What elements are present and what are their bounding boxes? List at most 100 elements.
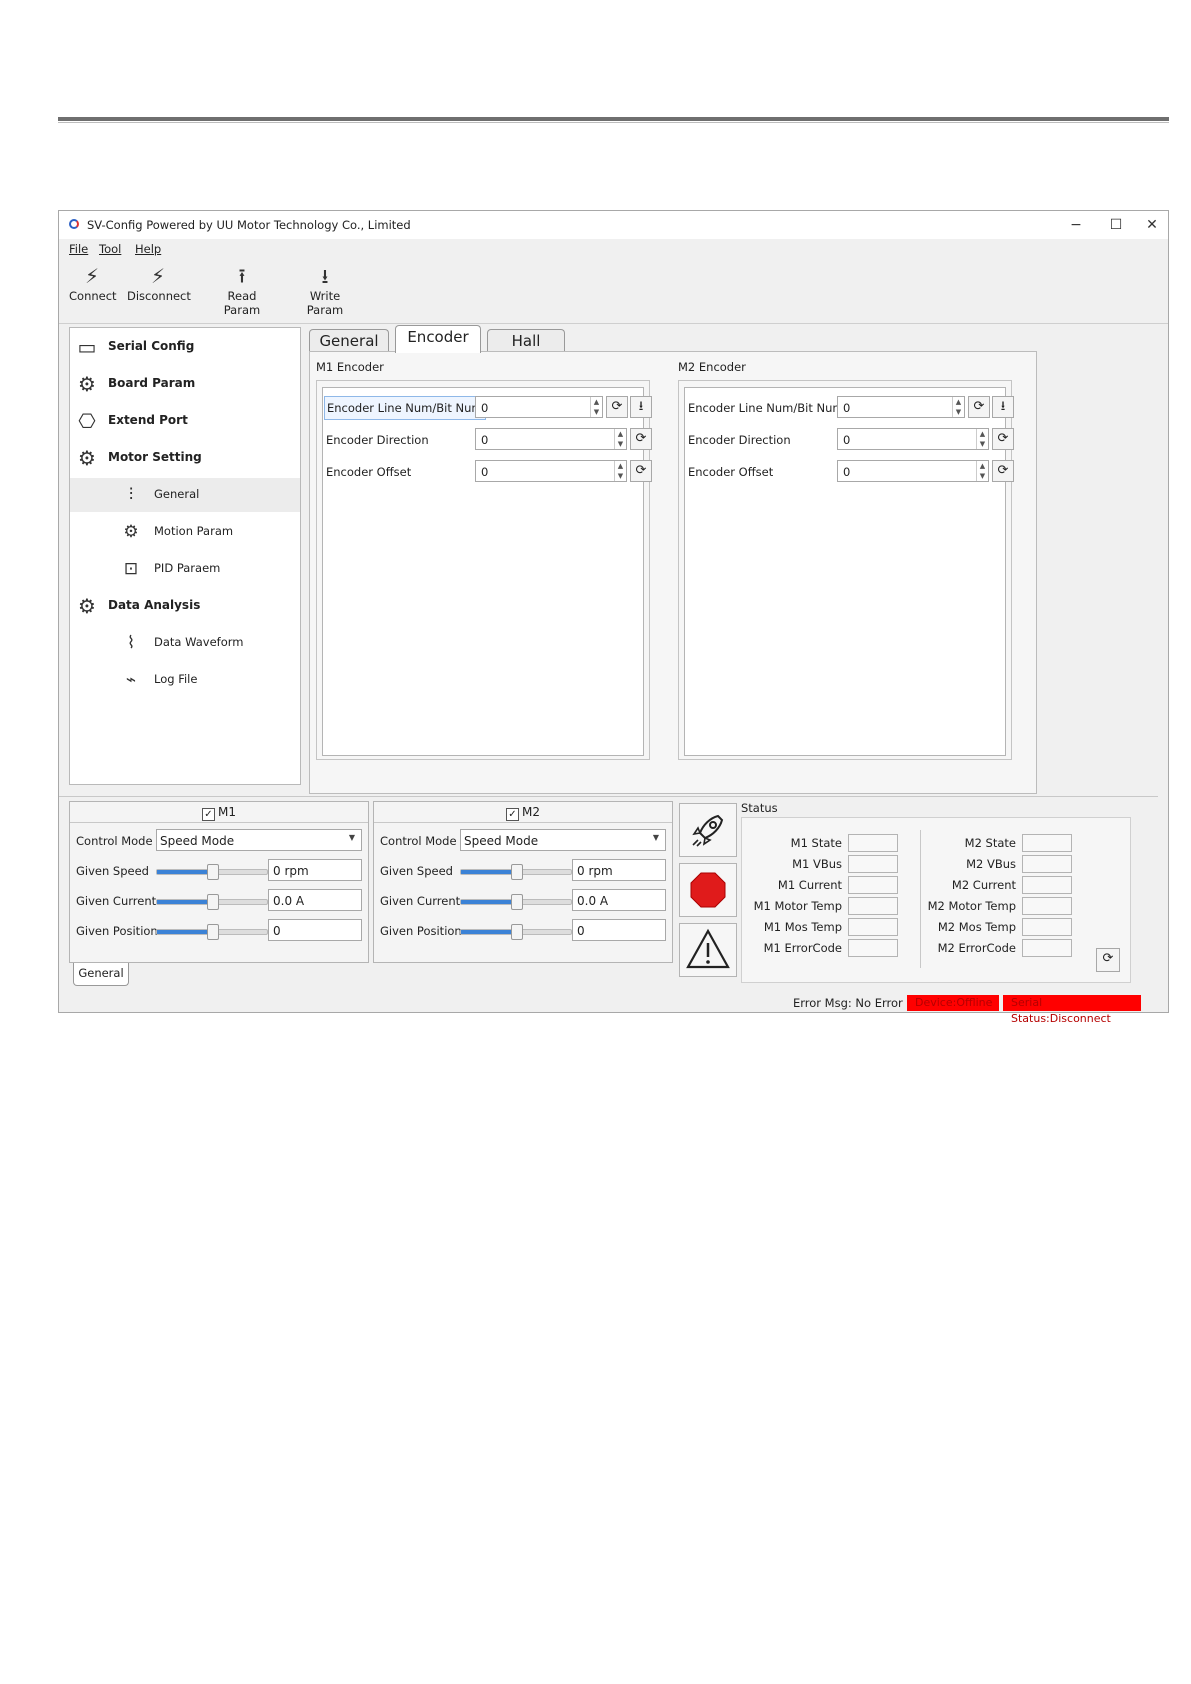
m1-header[interactable]: ✓ M1 [70,802,368,823]
slider-handle[interactable] [207,894,219,910]
m2-current-input[interactable]: 0.0 A [572,889,666,911]
sidebar-item-motor-setting[interactable]: ⚙ Motor Setting [70,441,300,475]
m1-offset-spinbox[interactable]: 0 ▲ ▼ [475,460,627,482]
tab-hall[interactable]: Hall [487,329,565,352]
menu-file[interactable]: File [69,242,88,256]
m1-direction-spinbox[interactable]: 0 ▲ ▼ [475,428,627,450]
sidebar-item-label: General [154,487,200,501]
sidebar-item-data-waveform[interactable]: ⌇ Data Waveform [70,626,300,660]
spin-arrows-icon[interactable]: ▲ ▼ [614,461,626,481]
read-param-button[interactable]: ⭱ Read Param [209,263,275,317]
refresh-button[interactable]: ⟳ [992,428,1014,450]
m2-speed-slider[interactable] [460,864,572,880]
m1-position-slider[interactable] [156,924,268,940]
m2-label: M2 [522,805,540,819]
sidebar-item-general[interactable]: ⫶ General [70,478,300,512]
m2-position-input[interactable]: 0 [572,919,666,941]
status-label: M1 ErrorCode [763,941,842,955]
menu-help[interactable]: Help [135,242,161,256]
m2-speed-input[interactable]: 0 rpm [572,859,666,881]
m1-enable-checkbox[interactable]: ✓ [202,808,215,821]
sliders-icon: ⫶ [128,485,134,505]
connect-button[interactable]: ⚡ Connect [69,263,117,303]
m1-direction-row: Encoder Direction 0 ▲ ▼ ⟳ [323,428,652,452]
start-button[interactable] [679,803,737,857]
refresh-button[interactable]: ⟳ [630,460,652,482]
status-value [848,834,898,852]
slider-handle[interactable] [511,864,523,880]
m1-direction-value: 0 [481,433,489,447]
sidebar-item-extend-port[interactable]: ⎔ Extend Port [70,404,300,438]
spin-arrows-icon[interactable]: ▲ ▼ [614,429,626,449]
m1-speed-slider[interactable] [156,864,268,880]
m2-offset-spinbox[interactable]: 0 ▲ ▼ [837,460,989,482]
start-rocket-icon [692,814,724,847]
minimize-button[interactable]: − [1062,215,1090,235]
menu-tool[interactable]: Tool [99,242,121,256]
sidebar-item-log-file[interactable]: ⌁ Log File [70,663,300,697]
warning-button[interactable] [679,923,737,977]
slider-fill [157,870,212,874]
stop-button[interactable] [679,863,737,917]
write-param-button[interactable]: ⭳ Write Param [291,263,359,317]
m2-current-slider[interactable] [460,894,572,910]
slider-handle[interactable] [207,864,219,880]
sidebar-item-data-analysis[interactable]: ⚙ Data Analysis [70,589,300,623]
tab-encoder[interactable]: Encoder [395,325,481,353]
write-button[interactable]: ⭳ [630,396,652,418]
slider-handle[interactable] [511,924,523,940]
bottom-tab-general[interactable]: General [73,963,129,986]
refresh-button[interactable]: ⟳ [630,428,652,450]
refresh-button[interactable]: ⟳ [968,396,990,418]
sidebar-item-label: Serial Config [108,339,195,353]
m1-encoder-form: Encoder Line Num/Bit Num 0 ▲ ▼ ⟳ ⭳ Encode… [322,387,652,756]
m2-header[interactable]: ✓ M2 [374,802,672,823]
m2-position-slider[interactable] [460,924,572,940]
write-button[interactable]: ⭳ [992,396,1014,418]
sidebar-item-serial-config[interactable]: ▭ Serial Config [70,330,300,364]
m1-current-input[interactable]: 0.0 A [268,889,362,911]
sidebar-item-board-param[interactable]: ⚙ Board Param [70,367,300,401]
extend-port-icon: ⎔ [78,409,96,433]
spin-arrows-icon[interactable]: ▲ ▼ [952,397,964,417]
m2-enable-checkbox[interactable]: ✓ [506,808,519,821]
m1-speed-input[interactable]: 0 rpm [268,859,362,881]
m2-line-num-spinbox[interactable]: 0 ▲ ▼ [837,396,965,418]
m1-control-mode-select[interactable]: Speed Mode ▼ [156,829,362,851]
refresh-button[interactable]: ⟳ [992,460,1014,482]
sidebar-item-motion-param[interactable]: ⚙ Motion Param [70,515,300,549]
spin-arrows-icon[interactable]: ▲ ▼ [590,397,602,417]
tab-general[interactable]: General [309,329,389,352]
m2-direction-spinbox[interactable]: 0 ▲ ▼ [837,428,989,450]
upload-arrow-icon: ⭱ [238,264,246,288]
download-arrow-icon: ⭳ [321,264,329,288]
maximize-button[interactable]: ☐ [1102,215,1130,235]
spin-arrows-icon[interactable]: ▲ ▼ [976,429,988,449]
status-value [848,939,898,957]
status-m1-motor-temp: M1 Motor Temp [746,897,898,915]
slider-handle[interactable] [511,894,523,910]
sidebar-item-pid-param[interactable]: ⊡ PID Paraem [70,552,300,586]
status-value [1022,855,1072,873]
m1-position-row: Given Position 0 [70,918,368,944]
m1-position-input[interactable]: 0 [268,919,362,941]
refresh-icon: ⟳ [1102,951,1114,966]
spin-arrows-icon[interactable]: ▲ ▼ [976,461,988,481]
gears-icon: ⚙ [123,522,139,542]
refresh-button[interactable]: ⟳ [606,396,628,418]
status-label: M2 Motor Temp [927,899,1016,913]
status-label: M1 Current [777,878,842,892]
m1-line-num-spinbox[interactable]: 0 ▲ ▼ [475,396,603,418]
disconnect-button[interactable]: ⚡ Disconnect [127,263,191,303]
status-refresh-button[interactable]: ⟳ [1096,948,1120,972]
close-button[interactable]: ✕ [1138,215,1166,235]
app-window: SV-Config Powered by UU Motor Technology… [58,210,1169,1025]
m1-current-slider[interactable] [156,894,268,910]
m2-control-mode-row: Control Mode Speed Mode ▼ [374,828,672,854]
m2-control-mode-select[interactable]: Speed Mode ▼ [460,829,666,851]
serial-status-badge: Serial Status:Disconnect [1003,995,1141,1025]
connect-plug-icon: ⚡ [84,264,100,288]
m1-control-mode-value: Speed Mode [160,834,235,848]
slider-handle[interactable] [207,924,219,940]
warning-triangle-icon [686,928,730,969]
